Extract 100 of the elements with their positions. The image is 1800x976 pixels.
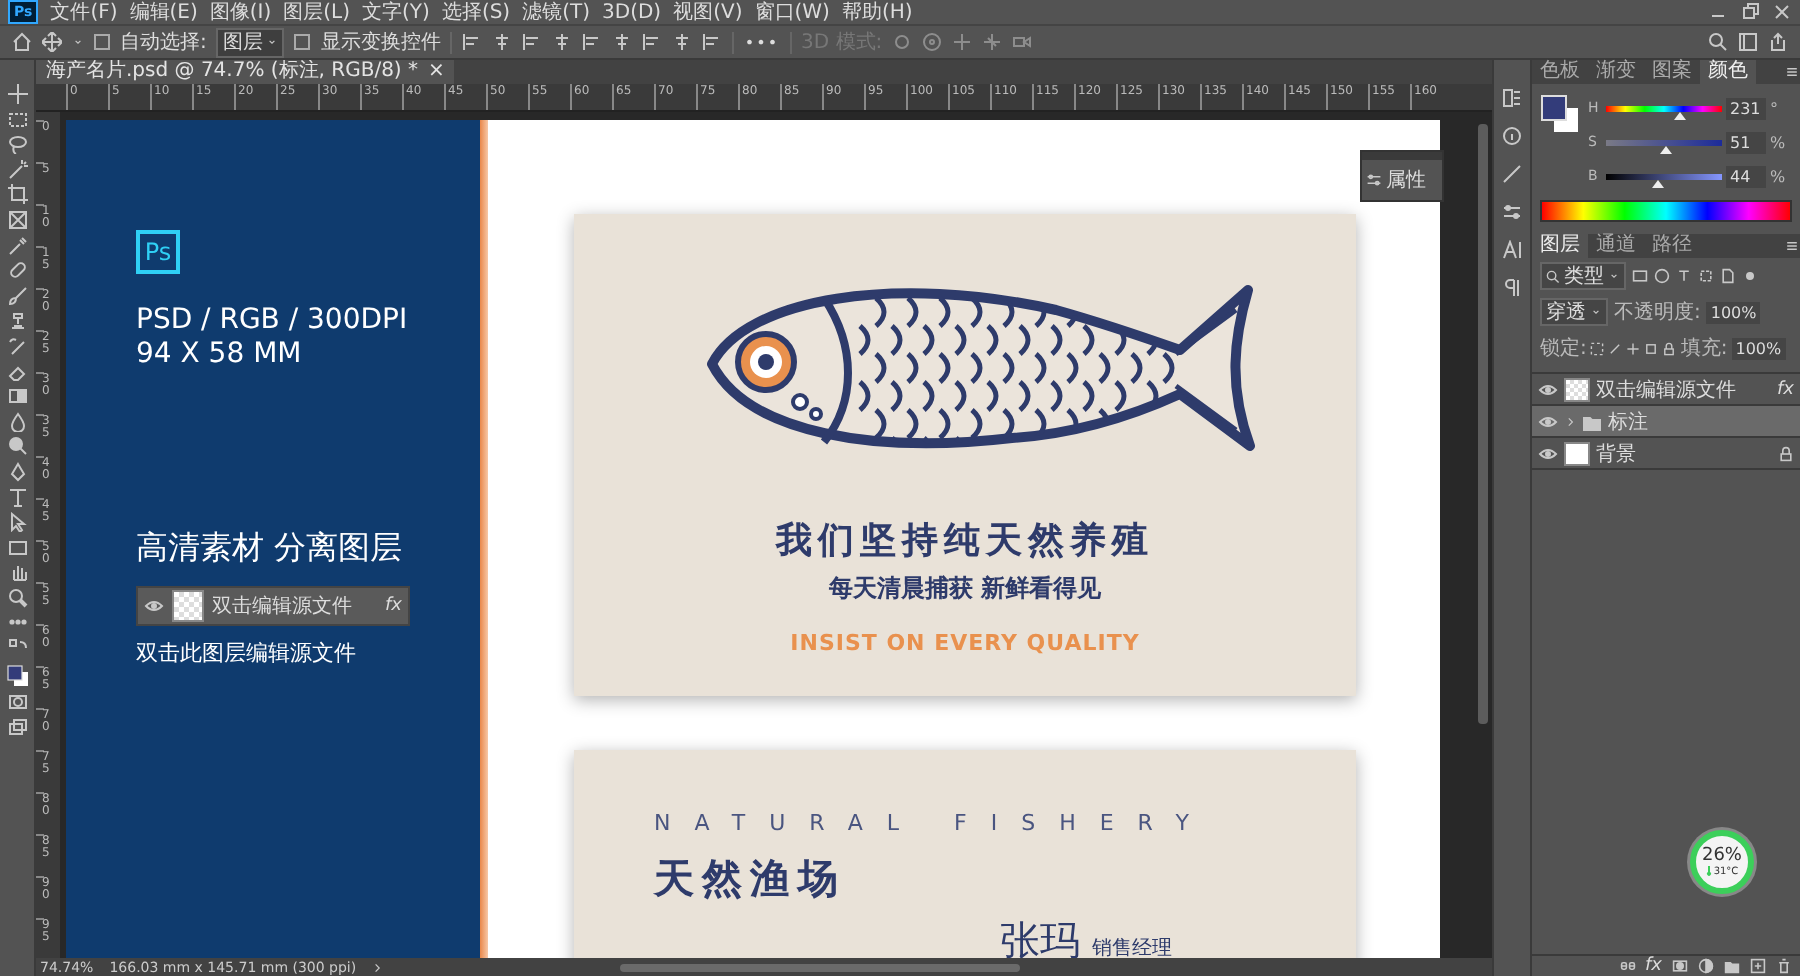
crop-tool-icon[interactable] <box>7 184 27 205</box>
value-field[interactable]: 44 <box>1726 165 1766 187</box>
type-tool-icon[interactable] <box>7 487 27 507</box>
adjustment-icon[interactable] <box>1698 958 1714 974</box>
lock-pixels-icon[interactable] <box>1590 341 1605 355</box>
eye-icon[interactable] <box>1538 411 1558 431</box>
caret-icon[interactable] <box>1608 270 1620 282</box>
menu-item[interactable]: 3D(D) <box>602 1 662 23</box>
caret-icon[interactable] <box>266 36 279 48</box>
color-swatches-icon[interactable] <box>5 663 29 688</box>
shape-filter-icon[interactable] <box>1698 268 1714 284</box>
stamp-icon[interactable] <box>7 310 27 331</box>
horizontal-scrollbar[interactable] <box>620 963 1021 971</box>
hand-icon[interactable] <box>7 562 27 583</box>
eye-icon[interactable] <box>1538 443 1558 463</box>
menu-item[interactable]: 选择(S) <box>441 0 511 26</box>
panel-tab[interactable]: 路径 <box>1644 234 1700 258</box>
close-icon[interactable] <box>1772 2 1792 22</box>
restore-icon[interactable] <box>1740 2 1760 22</box>
align-icon[interactable] <box>642 32 663 52</box>
layer-select-dropdown[interactable]: 图层 <box>216 27 285 57</box>
opacity-field[interactable]: 100% <box>1706 301 1761 323</box>
info-icon[interactable] <box>1502 126 1522 146</box>
properties-panel[interactable]: 属性 <box>1360 150 1444 202</box>
history-brush-icon[interactable] <box>7 335 27 356</box>
eyedropper-icon[interactable] <box>7 235 27 256</box>
history-icon[interactable] <box>1502 88 1522 108</box>
magic-wand-icon[interactable] <box>7 159 27 180</box>
caret-icon[interactable] <box>72 36 84 48</box>
slider-thumb[interactable] <box>1651 179 1664 187</box>
lock-artboard-icon[interactable] <box>1644 341 1659 355</box>
brush-settings-icon[interactable] <box>1502 164 1522 184</box>
lock-position-icon[interactable] <box>1626 341 1641 355</box>
lock-all-icon[interactable] <box>1662 341 1677 355</box>
close-button[interactable]: × <box>428 60 445 84</box>
menu-item[interactable]: 视图(V) <box>673 0 743 26</box>
color-swatches-icon[interactable] <box>1540 94 1580 134</box>
panel-menu-icon[interactable] <box>1784 238 1800 254</box>
adjustment-filter-icon[interactable] <box>1654 268 1670 284</box>
smart-filter-icon[interactable] <box>1720 268 1736 284</box>
menu-item[interactable]: 图像(I) <box>209 0 272 26</box>
rectangle-icon[interactable] <box>7 537 27 558</box>
mask-icon[interactable] <box>1672 958 1688 974</box>
folder-icon[interactable] <box>1724 958 1740 974</box>
screen-mode-icon[interactable] <box>7 717 27 738</box>
slide-icon[interactable] <box>982 32 1003 52</box>
cursor-arrow-icon[interactable] <box>7 512 27 533</box>
pen-icon[interactable] <box>7 461 27 482</box>
workspace-icon[interactable] <box>1738 32 1758 52</box>
new-layer-icon[interactable] <box>1750 958 1766 974</box>
quick-mask-icon[interactable] <box>7 692 27 713</box>
align-icon[interactable] <box>462 32 483 52</box>
value-field[interactable]: 231 <box>1726 97 1766 119</box>
menu-item[interactable]: 滤镜(T) <box>522 0 591 26</box>
panel-menu-icon[interactable] <box>1784 64 1800 80</box>
drop-icon[interactable] <box>7 411 27 432</box>
color-spectrum-bar[interactable] <box>1540 200 1792 222</box>
align-icon[interactable] <box>582 32 603 52</box>
layer-row[interactable]: 标注 <box>1532 406 1800 438</box>
menu-item[interactable]: 帮助(H) <box>841 0 913 26</box>
align-icon[interactable] <box>612 32 633 52</box>
value-field[interactable]: 51 <box>1726 131 1766 153</box>
panel-tab[interactable]: 色板 <box>1532 60 1588 84</box>
menu-item[interactable]: 文件(F) <box>50 0 118 26</box>
align-icon[interactable] <box>522 32 543 52</box>
more-options-button[interactable]: ••• <box>744 33 780 51</box>
menu-item[interactable]: 编辑(E) <box>129 0 198 26</box>
filter-dropdown[interactable]: 类型 <box>1540 262 1626 290</box>
orbit-icon[interactable] <box>892 32 913 52</box>
pan-icon[interactable] <box>952 32 973 52</box>
trash-icon[interactable] <box>1776 958 1792 974</box>
search-icon[interactable] <box>1546 269 1560 283</box>
magnifier-icon[interactable] <box>7 587 27 608</box>
eye-icon[interactable] <box>1538 379 1558 399</box>
align-icon[interactable] <box>672 32 693 52</box>
link-icon[interactable] <box>1619 958 1635 974</box>
brush-icon[interactable] <box>7 285 27 306</box>
align-icon[interactable] <box>492 32 513 52</box>
frame-tool-icon[interactable] <box>7 209 27 230</box>
vertical-scrollbar[interactable] <box>1478 124 1488 724</box>
layer-row[interactable]: 背景 <box>1532 438 1800 470</box>
move-tool-icon[interactable] <box>42 32 62 52</box>
character-icon[interactable] <box>1502 240 1522 260</box>
lasso-icon[interactable] <box>7 134 27 155</box>
camera-icon[interactable] <box>1012 32 1033 52</box>
text-filter-icon[interactable] <box>1676 268 1692 284</box>
fill-field[interactable]: 100% <box>1731 337 1786 359</box>
toggle-icon[interactable] <box>1742 268 1758 284</box>
panel-tab[interactable]: 颜色 <box>1700 60 1756 84</box>
checkbox[interactable] <box>94 34 110 50</box>
panel-tab[interactable]: 渐变 <box>1588 60 1644 84</box>
gradient-icon[interactable] <box>7 386 27 407</box>
image-filter-icon[interactable] <box>1632 268 1648 284</box>
bandage-icon[interactable] <box>7 260 27 281</box>
lock-brush-icon[interactable] <box>1608 341 1623 355</box>
chevron-icon[interactable] <box>372 961 385 973</box>
marquee-tool-icon[interactable] <box>7 109 27 130</box>
caret-icon[interactable] <box>1590 306 1602 318</box>
dodge-tool-icon[interactable] <box>7 436 27 457</box>
roll-icon[interactable] <box>922 32 943 52</box>
